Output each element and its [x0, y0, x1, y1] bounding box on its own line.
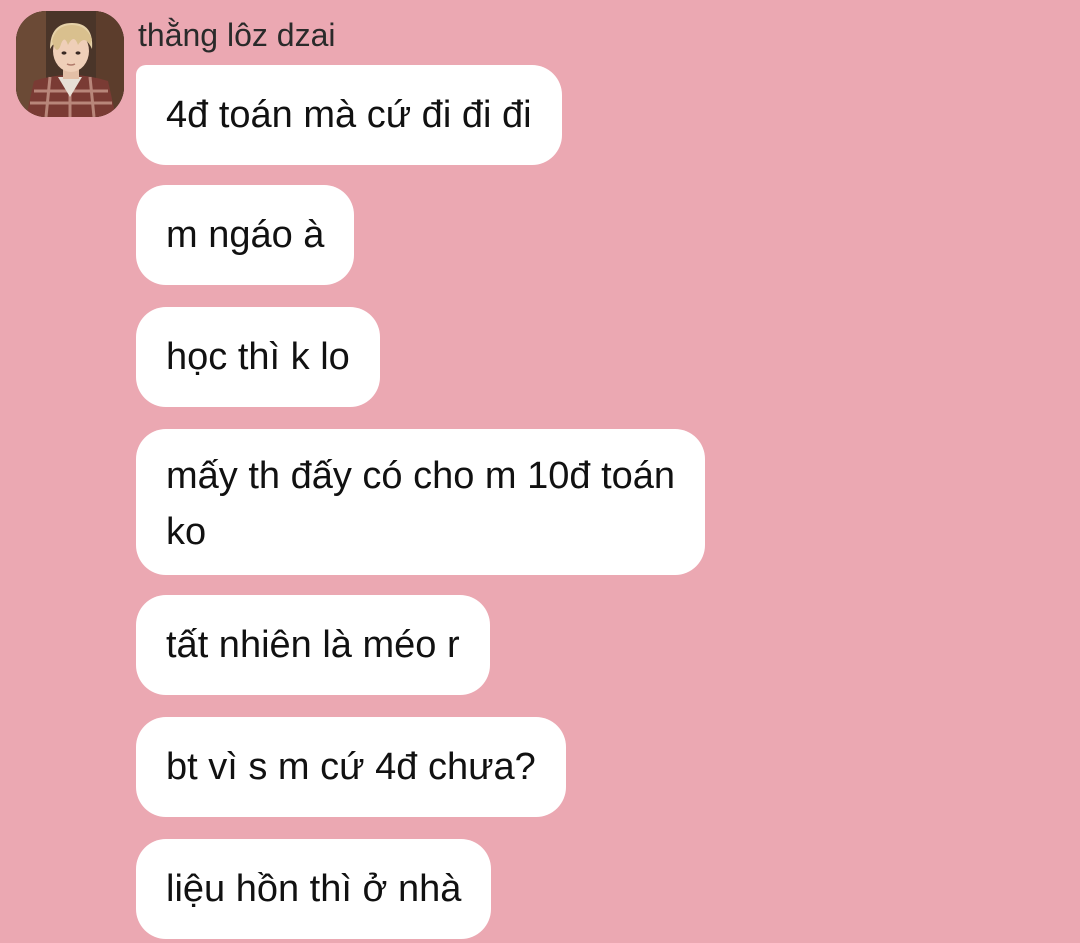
- message-text: liệu hồn thì ở nhà: [166, 868, 462, 910]
- message-bubble[interactable]: bt vì s m cứ 4đ chưa?: [136, 717, 566, 817]
- message-bubble[interactable]: tất nhiên là méo r: [136, 595, 490, 695]
- message-text: bt vì s m cứ 4đ chưa?: [166, 746, 536, 788]
- message-bubble[interactable]: học thì k lo: [136, 307, 380, 407]
- message-text: học thì k lo: [166, 336, 350, 378]
- message-bubble[interactable]: liệu hồn thì ở nhà: [136, 839, 492, 939]
- message-text-line: ko: [166, 511, 207, 553]
- message-text: m ngáo à: [166, 214, 325, 256]
- user-avatar-photo-icon: [16, 11, 124, 117]
- message-text: 4đ toán mà cứ đi đi đi: [166, 94, 532, 136]
- sender-avatar[interactable]: [16, 11, 124, 117]
- message-bubble[interactable]: mấy th đấy có cho m 10đ toán ko: [136, 429, 706, 575]
- message-bubble[interactable]: m ngáo à: [136, 185, 355, 285]
- message-text: tất nhiên là méo r: [166, 624, 460, 666]
- sender-name: thằng lôz dzai: [138, 17, 336, 53]
- message-text-line: mấy th đấy có cho m 10đ toán: [166, 455, 676, 497]
- message-bubble[interactable]: 4đ toán mà cứ đi đi đi: [136, 65, 562, 165]
